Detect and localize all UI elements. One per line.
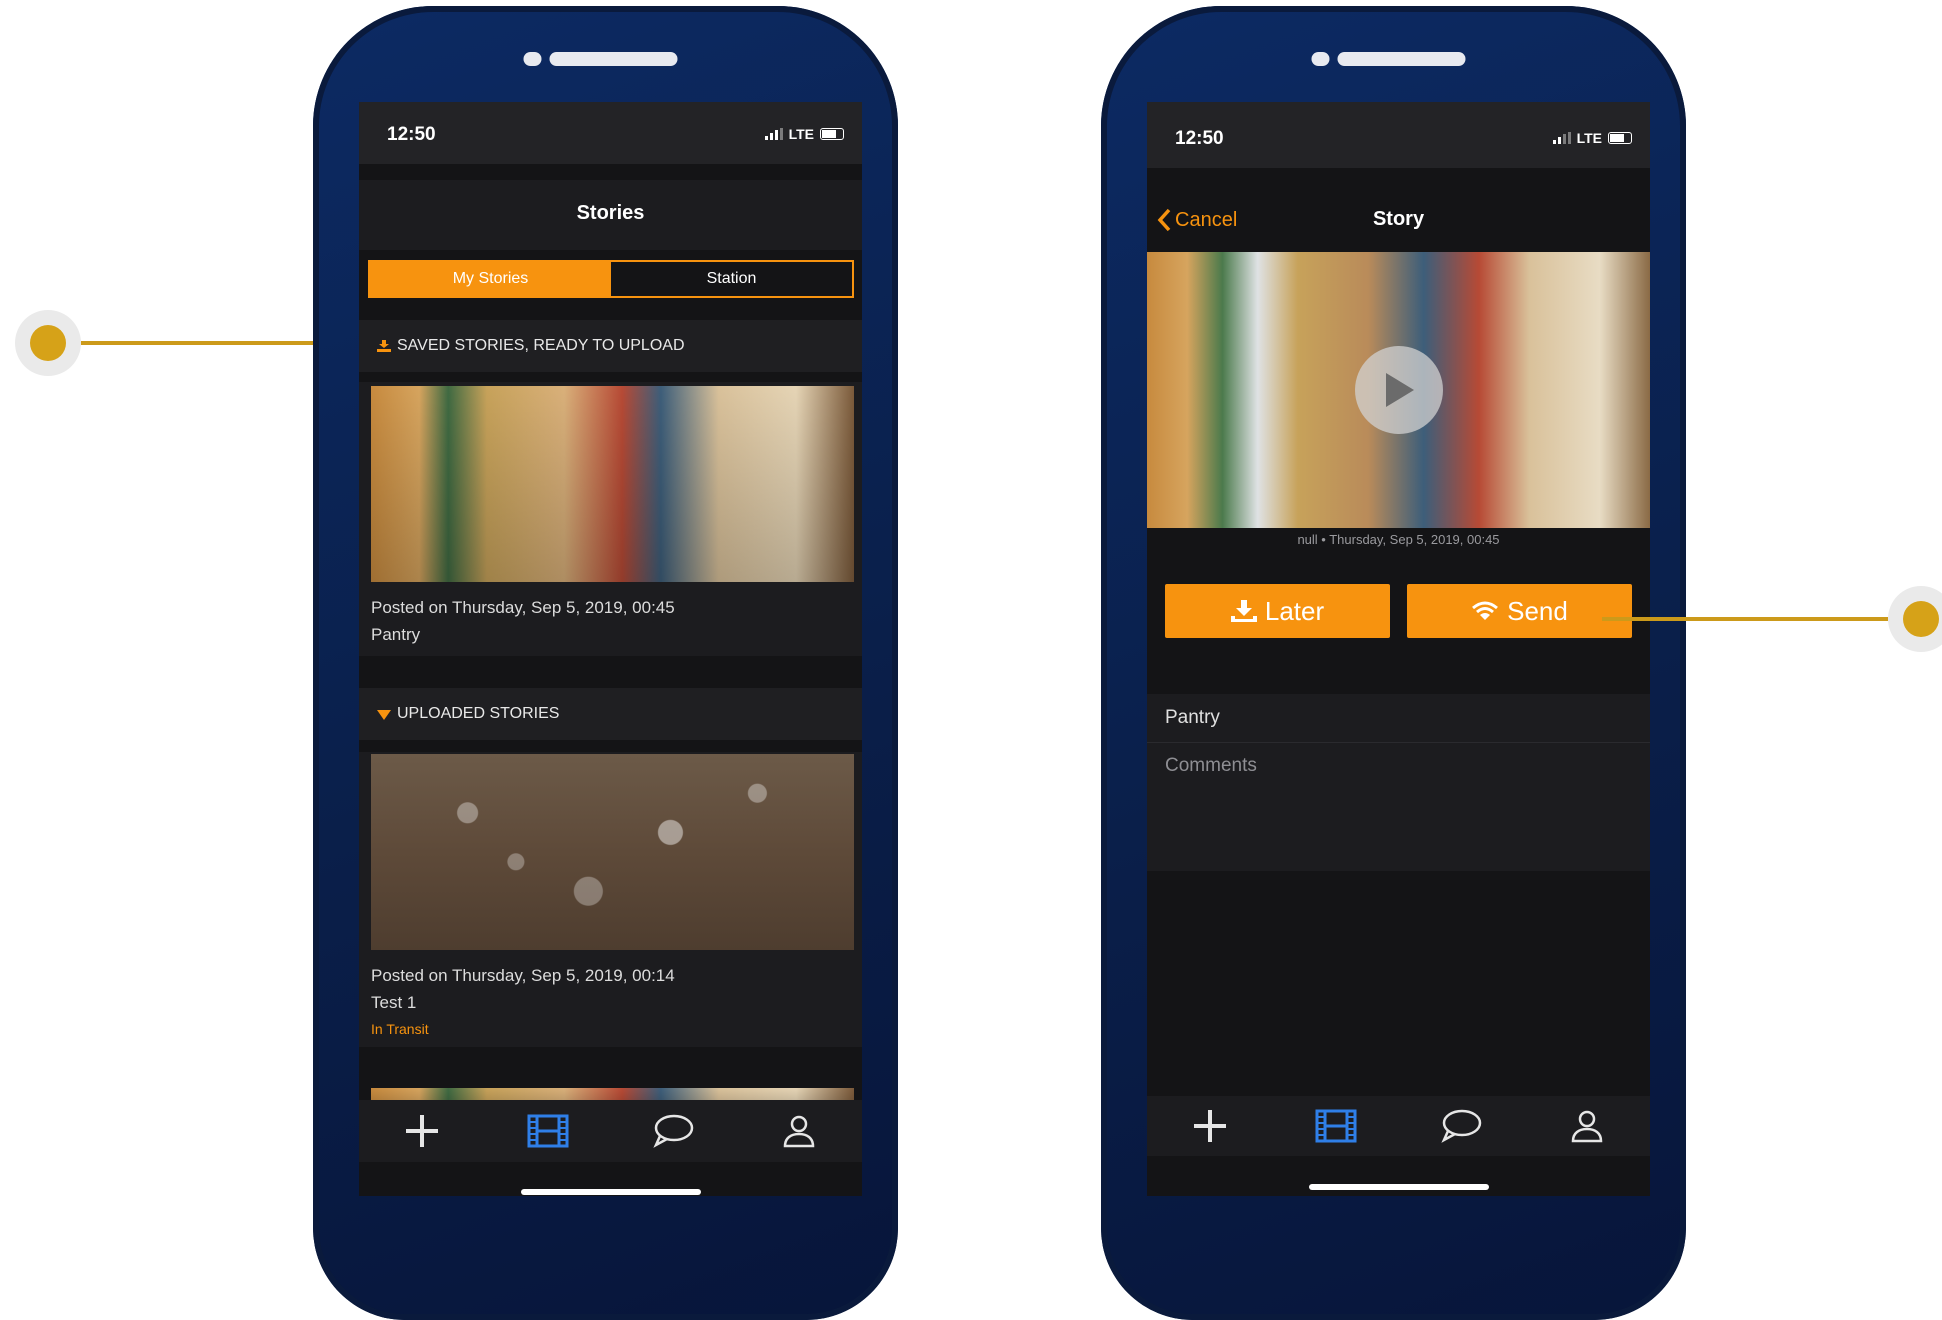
story-meta: Posted on Thursday, Sep 5, 2019, 00:45 P… <box>371 594 675 648</box>
tab-stories[interactable] <box>1312 1104 1360 1148</box>
phone-frame-right: 12:50 LTE Cancel Story null • Thursday, … <box>1101 6 1686 1320</box>
later-button[interactable]: Later <box>1165 584 1390 638</box>
story-card-uploaded[interactable]: Posted on Thursday, Sep 5, 2019, 00:14 T… <box>359 752 862 1047</box>
later-label: Later <box>1264 595 1325 626</box>
segment-station[interactable]: Station <box>611 262 852 296</box>
battery-icon <box>1608 132 1632 144</box>
page-title: Stories <box>576 202 645 224</box>
callout-marker-left <box>15 310 81 376</box>
tab-stories[interactable] <box>524 1109 572 1153</box>
nav-bar: Stories <box>359 180 862 250</box>
uploaded-stories-label: UPLOADED STORIES <box>397 705 560 722</box>
status-bar: 12:50 LTE <box>359 102 862 164</box>
story-name: Pantry <box>371 625 421 644</box>
tab-messages[interactable] <box>1437 1104 1485 1148</box>
send-label: Send <box>1507 595 1568 626</box>
download-icon <box>1230 600 1257 622</box>
uploaded-stories-header: UPLOADED STORIES <box>359 688 862 740</box>
callout-marker-right <box>1888 586 1942 652</box>
tab-profile[interactable] <box>1563 1104 1611 1148</box>
send-button[interactable]: Send <box>1407 584 1632 638</box>
network-label: LTE <box>788 126 814 142</box>
nav-bar: Cancel Story <box>1147 186 1650 252</box>
chat-icon <box>1441 1109 1482 1143</box>
status-time: 12:50 <box>387 124 436 145</box>
story-posted-date: Posted on Thursday, Sep 5, 2019, 00:45 <box>371 598 675 617</box>
story-screen: 12:50 LTE Cancel Story null • Thursday, … <box>1147 102 1650 1196</box>
tab-bar <box>359 1100 862 1162</box>
phone-speaker <box>523 52 688 68</box>
segmented-control: My Stories Station <box>368 260 854 298</box>
network-label: LTE <box>1576 130 1602 146</box>
saved-stories-label: SAVED STORIES, READY TO UPLOAD <box>397 337 685 354</box>
callout-line-right <box>1602 617 1888 621</box>
status-time: 12:50 <box>1175 128 1224 149</box>
comments-field[interactable]: Comments <box>1147 743 1650 871</box>
story-status: In Transit <box>371 1021 429 1037</box>
comments-placeholder: Comments <box>1165 755 1257 776</box>
plus-icon <box>1193 1110 1226 1142</box>
tab-add[interactable] <box>1186 1104 1234 1148</box>
story-name: Test 1 <box>371 993 417 1012</box>
action-buttons: Later Send <box>1147 562 1650 672</box>
segment-my-stories[interactable]: My Stories <box>370 262 611 296</box>
download-icon <box>377 340 391 352</box>
story-name-field[interactable]: Pantry <box>1147 694 1650 743</box>
film-icon <box>527 1114 569 1148</box>
status-bar: 12:50 LTE <box>1147 102 1650 168</box>
story-name-value: Pantry <box>1165 707 1220 728</box>
saved-stories-header: SAVED STORIES, READY TO UPLOAD <box>359 320 862 372</box>
story-card-saved[interactable]: Posted on Thursday, Sep 5, 2019, 00:45 P… <box>359 382 862 656</box>
status-signal: LTE <box>1552 130 1632 146</box>
story-meta: Posted on Thursday, Sep 5, 2019, 00:14 T… <box>371 962 675 1043</box>
wifi-icon <box>1472 601 1499 620</box>
tab-messages[interactable] <box>649 1109 697 1153</box>
person-icon <box>783 1115 815 1148</box>
battery-icon <box>820 128 844 140</box>
play-button[interactable] <box>1354 346 1443 434</box>
home-indicator[interactable] <box>1308 1184 1489 1190</box>
person-icon <box>1571 1110 1603 1143</box>
wifi-icon <box>377 710 391 720</box>
tab-add[interactable] <box>398 1109 446 1153</box>
video-caption: null • Thursday, Sep 5, 2019, 00:45 <box>1297 532 1500 547</box>
plus-icon <box>405 1115 438 1147</box>
tab-bar <box>1147 1096 1650 1156</box>
story-thumbnail <box>371 386 854 582</box>
phone-speaker <box>1311 52 1476 68</box>
story-thumbnail <box>371 754 854 950</box>
status-signal: LTE <box>764 126 844 142</box>
home-indicator[interactable] <box>520 1189 701 1195</box>
story-posted-date: Posted on Thursday, Sep 5, 2019, 00:14 <box>371 966 675 985</box>
signal-icon <box>1552 132 1571 144</box>
chat-icon <box>653 1114 694 1148</box>
page-title: Story <box>1372 208 1425 230</box>
phone-frame-left: 12:50 LTE Stories My Stories Station SAV… <box>313 6 898 1320</box>
stories-screen: 12:50 LTE Stories My Stories Station SAV… <box>359 102 862 1196</box>
signal-icon <box>764 128 783 140</box>
video-preview[interactable] <box>1147 252 1650 528</box>
film-icon <box>1315 1109 1357 1143</box>
tab-profile[interactable] <box>775 1109 823 1153</box>
play-icon <box>1385 373 1414 407</box>
